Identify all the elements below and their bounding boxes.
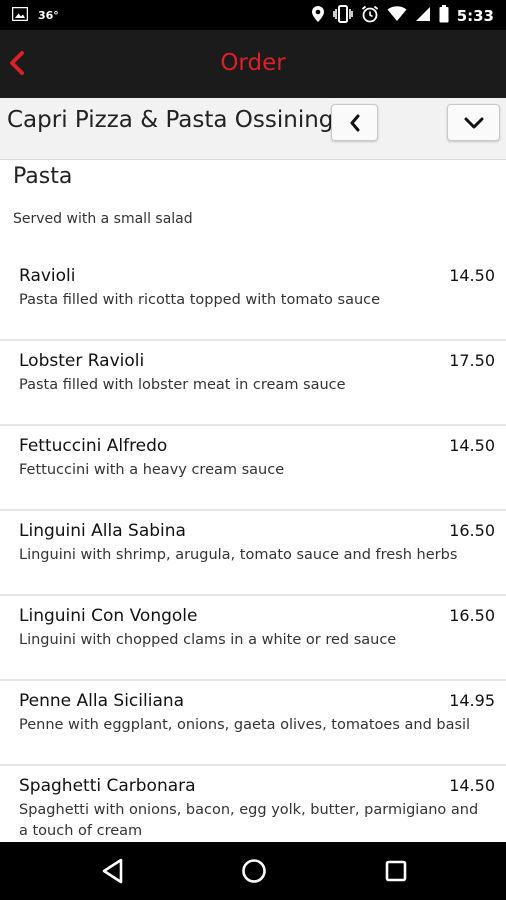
nav-recent-apps-button[interactable]	[381, 856, 411, 886]
menu-item[interactable]: Penne Alla Siciliana 14.95 Penne with eg…	[0, 681, 506, 766]
vibrate-icon	[332, 5, 353, 27]
item-price: 16.50	[449, 606, 495, 625]
item-name: Linguini Alla Sabina	[19, 521, 186, 541]
category-description: Served with a small salad	[13, 211, 193, 227]
previous-restaurant-button[interactable]	[331, 104, 378, 141]
chevron-down-icon	[464, 117, 483, 128]
item-name: Linguini Con Vongole	[19, 606, 198, 626]
restaurant-dropdown-button[interactable]	[447, 104, 500, 141]
item-name: Penne Alla Siciliana	[19, 691, 185, 711]
item-name: Fettuccini Alfredo	[19, 436, 168, 456]
menu-item[interactable]: Linguini Con Vongole 16.50 Linguini with…	[0, 596, 506, 681]
item-price: 14.95	[449, 691, 495, 710]
home-circle-icon	[242, 859, 266, 883]
app-bar: Order	[0, 30, 506, 98]
location-icon	[311, 5, 325, 27]
menu-item[interactable]: Spaghetti Carbonara 14.50 Spaghetti with…	[0, 766, 506, 842]
image-icon	[11, 6, 29, 25]
item-name: Spaghetti Carbonara	[19, 776, 196, 796]
category-title: Pasta	[13, 164, 73, 189]
menu-item[interactable]: Ravioli 14.50 Pasta filled with ricotta …	[0, 256, 506, 341]
item-price: 17.50	[449, 351, 495, 370]
restaurant-bar: Capri Pizza & Pasta Ossining	[0, 98, 506, 160]
item-description: Penne with eggplant, onions, gaeta olive…	[19, 717, 471, 733]
item-name: Lobster Ravioli	[19, 351, 145, 371]
clock-text: 5:33	[456, 7, 494, 25]
item-description: Linguini with shrimp, arugula, tomato sa…	[19, 547, 458, 563]
item-description: Fettuccini with a heavy cream sauce	[19, 462, 285, 478]
nav-home-button[interactable]	[239, 856, 269, 886]
item-price: 14.50	[449, 776, 495, 795]
alarm-icon	[361, 5, 379, 27]
item-price: 14.50	[449, 436, 495, 455]
recent-apps-icon	[385, 860, 407, 882]
item-description: Pasta filled with ricotta topped with to…	[19, 292, 381, 308]
wifi-icon	[387, 6, 407, 26]
menu-content[interactable]: Pasta Served with a small salad Ravioli …	[0, 160, 506, 842]
menu-item-list: Ravioli 14.50 Pasta filled with ricotta …	[0, 256, 506, 842]
page-title: Order	[220, 50, 286, 76]
item-price: 16.50	[449, 521, 495, 540]
restaurant-name: Capri Pizza & Pasta Ossining	[7, 107, 334, 133]
status-right: 5:33	[311, 5, 494, 27]
status-bar: 36° 5:33	[0, 0, 506, 30]
status-left: 36°	[11, 6, 59, 25]
temperature-text: 36°	[38, 9, 59, 22]
menu-item[interactable]: Lobster Ravioli 17.50 Pasta filled with …	[0, 341, 506, 426]
battery-icon	[439, 5, 449, 27]
item-description: Spaghetti with onions, bacon, egg yolk, …	[19, 802, 479, 839]
item-description: Pasta filled with lobster meat in cream …	[19, 377, 346, 393]
nav-back-button[interactable]	[98, 856, 128, 886]
menu-item[interactable]: Fettuccini Alfredo 14.50 Fettuccini with…	[0, 426, 506, 511]
item-price: 14.50	[449, 266, 495, 285]
item-name: Ravioli	[19, 266, 76, 286]
menu-item[interactable]: Linguini Alla Sabina 16.50 Linguini with…	[0, 511, 506, 596]
back-triangle-icon	[102, 858, 123, 884]
signal-icon	[415, 6, 431, 26]
chevron-left-icon	[350, 114, 359, 131]
system-nav-bar	[0, 842, 506, 900]
item-description: Linguini with chopped clams in a white o…	[19, 632, 397, 648]
